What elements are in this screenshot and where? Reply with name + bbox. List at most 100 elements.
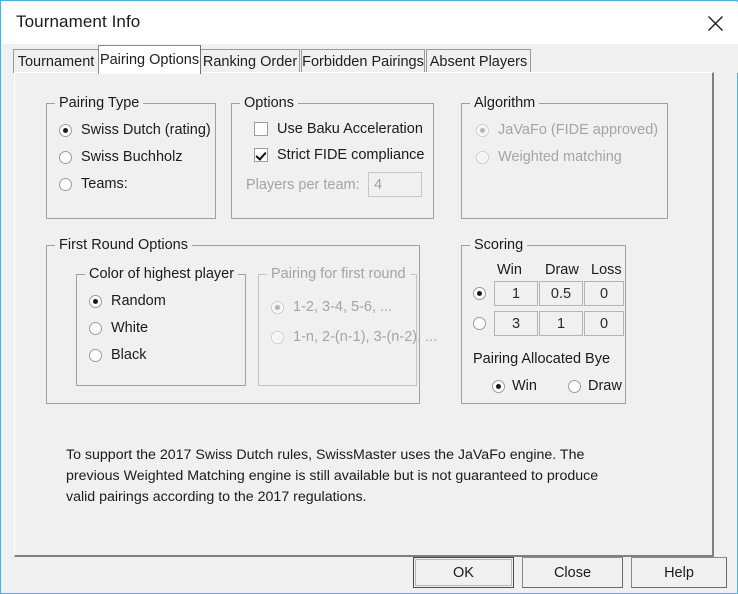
radio-scoring-row-1[interactable] bbox=[473, 287, 486, 300]
radio-label: Teams: bbox=[81, 176, 128, 192]
radio-indicator bbox=[476, 123, 489, 137]
scoring-win-value-1: 1 bbox=[511, 285, 521, 302]
radio-indicator bbox=[568, 379, 581, 393]
scoring-win-input-1[interactable]: 1 bbox=[494, 281, 538, 306]
radio-indicator bbox=[59, 150, 72, 164]
radio-label: White bbox=[111, 320, 149, 336]
tab-absent-players[interactable]: Absent Players bbox=[426, 49, 531, 73]
radio-bye-draw[interactable]: Draw bbox=[568, 378, 622, 394]
tab-forbidden-pairings[interactable]: Forbidden Pairings bbox=[301, 49, 425, 73]
players-per-team-value: 4 bbox=[374, 176, 383, 193]
tab-label: Absent Players bbox=[429, 53, 528, 70]
tournament-info-dialog: Tournament Info Tournament Pairing Optio… bbox=[0, 0, 738, 594]
scoring-win-input-2[interactable]: 3 bbox=[494, 311, 538, 336]
engine-note: To support the 2017 Swiss Dutch rules, S… bbox=[66, 447, 599, 505]
algorithm-legend: Algorithm bbox=[470, 95, 540, 111]
radio-scoring-row-2[interactable] bbox=[473, 317, 486, 330]
pairing-for-first-round-legend: Pairing for first round bbox=[267, 266, 410, 282]
radio-label: 1-n, 2-(n-1), 3-(n-2), ... bbox=[293, 329, 438, 345]
checkbox-baku-acceleration[interactable]: Use Baku Acceleration bbox=[254, 121, 423, 137]
checkbox-label: Strict FIDE compliance bbox=[277, 147, 425, 163]
radio-indicator bbox=[89, 294, 102, 308]
close-button[interactable] bbox=[692, 2, 738, 44]
radio-indicator bbox=[473, 287, 486, 300]
radio-label: Win bbox=[512, 378, 537, 394]
tab-strip: Tournament Pairing Options Ranking Order… bbox=[2, 44, 738, 74]
scoring-loss-value-2: 0 bbox=[599, 315, 609, 332]
radio-pairing-sequential[interactable]: 1-2, 3-4, 5-6, ... bbox=[271, 299, 392, 315]
window-title: Tournament Info bbox=[16, 12, 141, 31]
scoring-draw-value-1: 0.5 bbox=[550, 285, 572, 302]
radio-swiss-buchholz[interactable]: Swiss Buchholz bbox=[59, 149, 183, 165]
tab-label: Ranking Order bbox=[202, 53, 298, 70]
algorithm-group: Algorithm JaVaFo (FIDE approved) Weighte… bbox=[461, 95, 668, 219]
radio-bye-win[interactable]: Win bbox=[492, 378, 537, 394]
scoring-group: Scoring Win Draw Loss 1 0.5 0 3 1 0 Pair… bbox=[461, 237, 626, 404]
ok-button[interactable]: OK bbox=[413, 557, 514, 588]
radio-indicator bbox=[59, 123, 72, 137]
title-bar: Tournament Info bbox=[2, 2, 738, 44]
close-button-label: Close bbox=[553, 564, 592, 581]
radio-label: Draw bbox=[588, 378, 622, 394]
players-per-team-input[interactable]: 4 bbox=[368, 172, 422, 197]
color-of-highest-player-group: Color of highest player Random White Bla… bbox=[76, 266, 246, 386]
close-dialog-button[interactable]: Close bbox=[522, 557, 623, 588]
scoring-win-value-2: 3 bbox=[511, 315, 521, 332]
close-icon bbox=[707, 15, 723, 31]
tab-pairing-options[interactable]: Pairing Options bbox=[98, 45, 201, 74]
scoring-draw-input-1[interactable]: 0.5 bbox=[539, 281, 583, 306]
radio-label: Black bbox=[111, 347, 147, 363]
radio-color-black[interactable]: Black bbox=[89, 347, 146, 363]
radio-indicator bbox=[492, 379, 505, 393]
options-group: Options Use Baku Acceleration Strict FID… bbox=[231, 95, 434, 219]
radio-indicator bbox=[476, 150, 489, 164]
radio-weighted-matching[interactable]: Weighted matching bbox=[476, 149, 622, 165]
tab-content-panel: Pairing Type Swiss Dutch (rating) Swiss … bbox=[14, 72, 714, 557]
radio-indicator bbox=[59, 177, 72, 191]
scoring-loss-input-2[interactable]: 0 bbox=[584, 311, 624, 336]
options-legend: Options bbox=[240, 95, 298, 111]
radio-color-random[interactable]: Random bbox=[89, 293, 166, 309]
players-per-team-label: Players per team: bbox=[246, 177, 360, 193]
checkbox-strict-fide-compliance[interactable]: Strict FIDE compliance bbox=[254, 147, 424, 163]
radio-pairing-folded[interactable]: 1-n, 2-(n-1), 3-(n-2), ... bbox=[271, 329, 437, 345]
first-round-legend: First Round Options bbox=[55, 237, 192, 253]
scoring-draw-input-2[interactable]: 1 bbox=[539, 311, 583, 336]
radio-label: 1-2, 3-4, 5-6, ... bbox=[293, 299, 393, 315]
radio-swiss-dutch[interactable]: Swiss Dutch (rating) bbox=[59, 122, 211, 138]
radio-label: Random bbox=[111, 293, 166, 309]
scoring-header-win: Win bbox=[497, 262, 522, 278]
radio-indicator bbox=[473, 317, 486, 330]
scoring-loss-value-1: 0 bbox=[599, 285, 609, 302]
scoring-header-draw: Draw bbox=[545, 262, 579, 278]
radio-indicator bbox=[271, 300, 284, 314]
radio-javafo[interactable]: JaVaFo (FIDE approved) bbox=[476, 122, 658, 138]
ok-button-label: OK bbox=[453, 564, 474, 581]
tab-ranking-order[interactable]: Ranking Order bbox=[200, 49, 300, 73]
radio-label: Swiss Buchholz bbox=[81, 149, 183, 165]
pairing-type-group: Pairing Type Swiss Dutch (rating) Swiss … bbox=[46, 95, 216, 219]
tab-label: Pairing Options bbox=[99, 52, 200, 68]
radio-label: Weighted matching bbox=[498, 149, 622, 165]
color-of-highest-player-legend: Color of highest player bbox=[85, 266, 239, 282]
help-button-label: Help bbox=[664, 564, 694, 581]
pairing-type-legend: Pairing Type bbox=[55, 95, 144, 111]
tab-tournament[interactable]: Tournament bbox=[13, 49, 99, 73]
radio-teams[interactable]: Teams: bbox=[59, 176, 128, 192]
radio-indicator bbox=[89, 348, 102, 362]
radio-color-white[interactable]: White bbox=[89, 320, 148, 336]
scoring-draw-value-2: 1 bbox=[556, 315, 566, 332]
help-button[interactable]: Help bbox=[631, 557, 727, 588]
pairing-for-first-round-group: Pairing for first round 1-2, 3-4, 5-6, .… bbox=[258, 266, 437, 386]
pairing-allocated-bye-label: Pairing Allocated Bye bbox=[473, 351, 611, 367]
scoring-loss-input-1[interactable]: 0 bbox=[584, 281, 624, 306]
first-round-options-group: First Round Options Color of highest pla… bbox=[46, 237, 437, 404]
checkbox-label: Use Baku Acceleration bbox=[277, 121, 423, 137]
tab-label: Tournament bbox=[17, 53, 95, 70]
radio-indicator bbox=[89, 321, 102, 335]
checkbox-indicator bbox=[254, 148, 268, 162]
scoring-header-loss: Loss bbox=[591, 262, 622, 278]
scoring-legend: Scoring bbox=[470, 237, 528, 253]
radio-label: JaVaFo (FIDE approved) bbox=[498, 122, 659, 138]
checkbox-indicator bbox=[254, 122, 268, 136]
